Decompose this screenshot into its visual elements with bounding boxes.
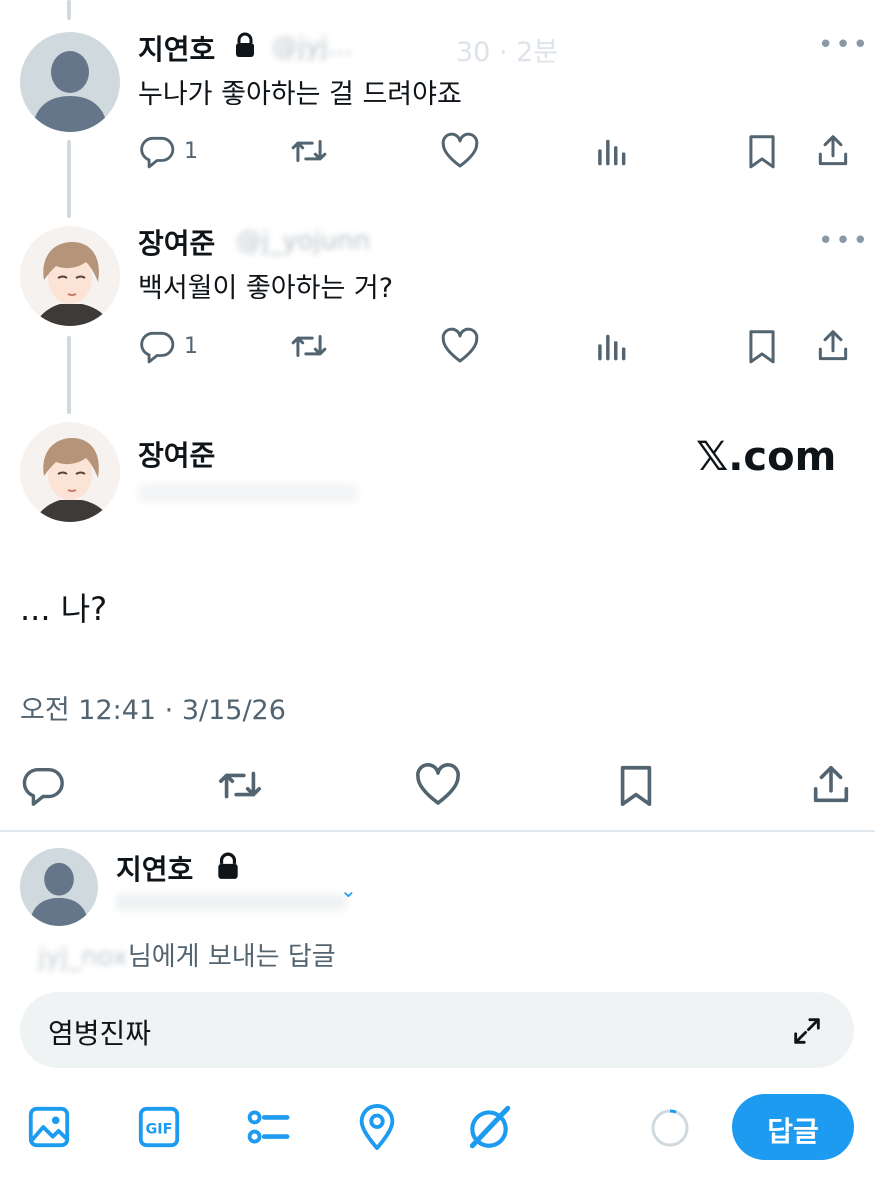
- author-handle[interactable]: @j_yojunn: [236, 226, 370, 256]
- like-button[interactable]: [440, 132, 480, 170]
- thread-line: [67, 140, 71, 218]
- gif-icon[interactable]: GIF: [136, 1104, 182, 1150]
- poll-icon[interactable]: [244, 1104, 292, 1150]
- expand-icon[interactable]: [790, 1014, 824, 1048]
- retweet-button[interactable]: [288, 132, 330, 170]
- x-com-watermark: 𝕏.com: [696, 434, 837, 480]
- reply-submit-label: 답글: [767, 1115, 819, 1148]
- share-button[interactable]: [808, 762, 854, 808]
- tweet-time[interactable]: 30 · 2분: [456, 30, 558, 69]
- author-handle[interactable]: @jyj...: [272, 32, 353, 62]
- char-counter-ring: [650, 1108, 690, 1148]
- lock-icon: [234, 32, 256, 58]
- thread-line: [67, 336, 71, 414]
- bookmark-icon: [744, 327, 780, 365]
- heart-icon: [414, 762, 462, 808]
- chevron-down-icon[interactable]: ⌄: [340, 878, 357, 902]
- author-name[interactable]: 장여준: [138, 434, 215, 474]
- reply-button[interactable]: 1: [138, 132, 198, 170]
- retweet-icon: [288, 327, 330, 365]
- location-icon[interactable]: [354, 1102, 400, 1152]
- share-icon: [814, 327, 852, 365]
- reply-input[interactable]: 염병진짜: [20, 992, 854, 1068]
- main-tweet-text: ... 나?: [20, 590, 108, 628]
- avatar-default[interactable]: [20, 848, 98, 926]
- retweet-button[interactable]: [214, 762, 266, 808]
- bookmark-button[interactable]: [614, 762, 658, 808]
- image-icon[interactable]: [26, 1104, 72, 1150]
- handle-redacted: [116, 894, 346, 910]
- author-name[interactable]: 장여준: [138, 222, 215, 262]
- bookmark-icon: [614, 762, 658, 808]
- reply-button[interactable]: 1: [138, 327, 198, 365]
- share-icon: [808, 762, 854, 808]
- bookmark-button[interactable]: [744, 132, 780, 170]
- reply-icon: [138, 327, 176, 365]
- composer-author-name: 지연호: [116, 853, 194, 886]
- thread-line: [67, 0, 71, 20]
- reply-to-handle: jyj_nox: [38, 942, 128, 972]
- tweet-text: 누나가 좋아하는 걸 드려야죠: [138, 79, 462, 110]
- author-name[interactable]: 지연호: [138, 28, 215, 68]
- views-icon: [592, 132, 630, 170]
- reply-button[interactable]: [20, 762, 66, 808]
- like-button[interactable]: [440, 327, 480, 365]
- reply-count: 1: [184, 333, 198, 359]
- retweet-icon: [214, 762, 266, 808]
- share-button[interactable]: [814, 327, 852, 365]
- tweet-text: 백서월이 좋아하는 거?: [138, 273, 394, 304]
- views-button[interactable]: [592, 132, 630, 170]
- share-button[interactable]: [814, 132, 852, 170]
- views-button[interactable]: [592, 327, 630, 365]
- views-icon: [592, 327, 630, 365]
- handle-redacted: [138, 484, 358, 502]
- lock-icon: [216, 852, 240, 880]
- retweet-icon: [288, 132, 330, 170]
- svg-text:GIF: GIF: [146, 1122, 173, 1138]
- share-icon: [814, 132, 852, 170]
- reply-to-line[interactable]: jyj_nox님에게 보내는 답글: [38, 936, 336, 973]
- heart-icon: [440, 327, 480, 365]
- reply-count: 1: [184, 138, 198, 164]
- grok-icon[interactable]: [464, 1102, 514, 1152]
- like-button[interactable]: [414, 762, 462, 808]
- reply-to-label: 님에게 보내는 답글: [127, 942, 336, 972]
- divider: [0, 830, 875, 832]
- more-options-icon[interactable]: •••: [818, 226, 870, 256]
- retweet-button[interactable]: [288, 327, 330, 365]
- reply-icon: [20, 762, 66, 808]
- bookmark-button[interactable]: [744, 327, 780, 365]
- main-tweet-timestamp[interactable]: 오전 12:41 · 3/15/26: [20, 688, 286, 727]
- more-options-icon[interactable]: •••: [818, 30, 870, 60]
- reply-input-text: 염병진짜: [48, 1017, 152, 1050]
- bookmark-icon: [744, 132, 780, 170]
- heart-icon: [440, 132, 480, 170]
- reply-icon: [138, 132, 176, 170]
- avatar-anime[interactable]: [20, 422, 120, 522]
- avatar-anime[interactable]: [20, 226, 120, 326]
- avatar-default[interactable]: [20, 32, 120, 132]
- reply-submit-button[interactable]: 답글: [732, 1094, 854, 1160]
